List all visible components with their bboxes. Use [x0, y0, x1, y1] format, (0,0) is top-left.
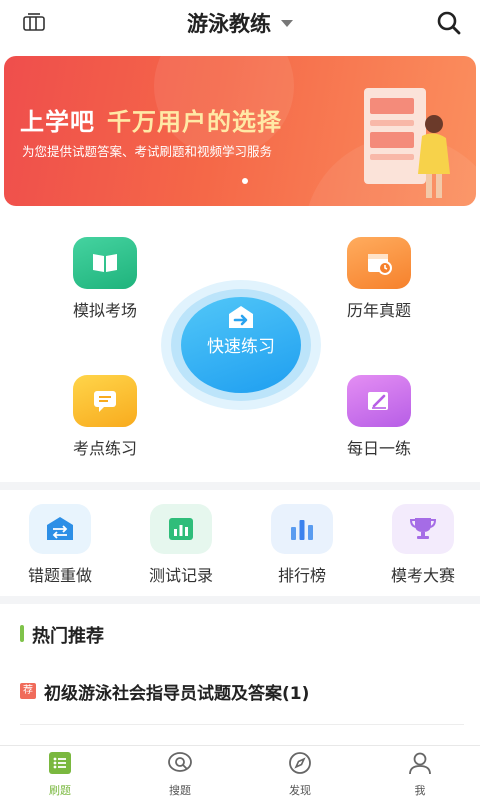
recommend-badge: 荐 [20, 683, 36, 699]
list-item-title: 初级游泳社会指导员试题及答案(1) [44, 684, 310, 704]
banner-headline-part2: 千万用户的选择 [107, 108, 282, 136]
daily-practice-label: 每日一练 [346, 439, 411, 458]
leaderboard-button[interactable]: 排行榜 [247, 504, 357, 586]
banner-headline-part1: 上学吧 [20, 108, 95, 136]
promo-banner[interactable]: 上学吧 千万用户的选择 为您提供试题答案、考试刷题和视频学习服务 [4, 56, 476, 206]
book-icon [73, 237, 137, 289]
nav-label-discover: 发现 [289, 784, 311, 797]
topic-practice-label: 考点练习 [72, 439, 137, 458]
quick-practice-label: 快速练习 [207, 337, 275, 357]
feature-grid: 模拟考场 历年真题 快速练习 考点练习 每日一练 [0, 215, 480, 480]
search-question-icon [166, 750, 194, 776]
daily-practice-button[interactable]: 每日一练 [319, 375, 439, 459]
mock-contest-button[interactable]: 模考大赛 [368, 504, 478, 586]
message-icon [73, 375, 137, 427]
banner-headline: 上学吧 千万用户的选择 [20, 102, 282, 137]
list-item[interactable]: 荐 初级游泳社会指导员试题及答案(1) [20, 679, 464, 704]
section-divider [0, 482, 480, 490]
page-title: 游泳教练 [187, 12, 271, 36]
quick-practice-button[interactable]: 快速练习 [161, 280, 321, 410]
nav-item-search[interactable]: 搜题 [120, 750, 240, 798]
carousel-indicator[interactable] [242, 178, 248, 184]
swap-icon [29, 504, 91, 554]
wrong-redo-label: 错题重做 [27, 566, 92, 585]
mock-exam-label: 模拟考场 [72, 301, 137, 320]
calendar-icon [347, 237, 411, 289]
nav-item-me[interactable]: 我 [360, 750, 480, 798]
nav-label-me: 我 [414, 784, 426, 797]
bottom-nav: 刷题 搜题 发现 我 [0, 745, 480, 800]
nav-label-practice: 刷题 [49, 784, 71, 797]
banner-illustration [364, 88, 450, 198]
nav-item-discover[interactable]: 发现 [240, 750, 360, 798]
search-icon[interactable] [436, 10, 462, 36]
mock-exam-button[interactable]: 模拟考场 [45, 237, 165, 321]
report-icon [150, 504, 212, 554]
arrow-box-icon [229, 306, 253, 328]
nav-label-search: 搜题 [169, 784, 191, 797]
past-papers-button[interactable]: 历年真题 [319, 237, 439, 321]
section-divider [0, 596, 480, 604]
banner-subline: 为您提供试题答案、考试刷题和视频学习服务 [22, 144, 273, 159]
subject-selector[interactable]: 游泳教练 [0, 8, 480, 38]
nav-item-practice[interactable]: 刷题 [0, 750, 120, 798]
chevron-down-icon [281, 19, 293, 27]
mock-contest-label: 模考大赛 [390, 566, 455, 585]
tools-row: 错题重做 测试记录 排行榜 模考大赛 [0, 500, 480, 590]
wrong-redo-button[interactable]: 错题重做 [5, 504, 115, 586]
test-records-button[interactable]: 测试记录 [126, 504, 236, 586]
past-papers-label: 历年真题 [346, 301, 411, 320]
bar-chart-icon [271, 504, 333, 554]
edit-icon [347, 375, 411, 427]
leaderboard-label: 排行榜 [277, 566, 326, 585]
list-divider [20, 724, 464, 725]
trophy-icon [392, 504, 454, 554]
hot-section-title: 热门推荐 [20, 622, 104, 648]
list-icon [46, 750, 74, 776]
top-bar: 游泳教练 [0, 0, 480, 46]
compass-icon [286, 750, 314, 776]
test-records-label: 测试记录 [148, 566, 213, 585]
topic-practice-button[interactable]: 考点练习 [45, 375, 165, 459]
user-icon [406, 750, 434, 776]
